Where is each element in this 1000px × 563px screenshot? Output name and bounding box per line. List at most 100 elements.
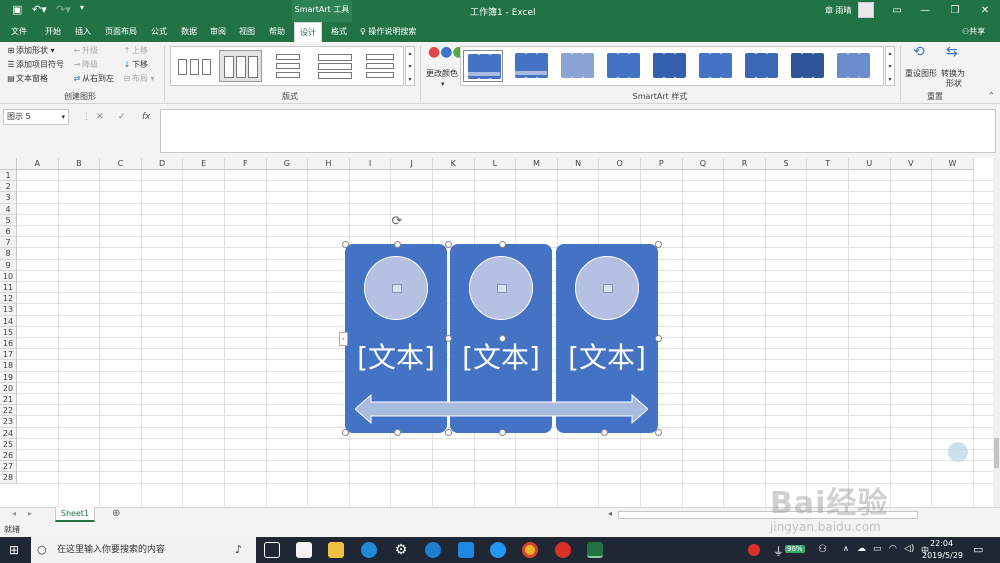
netease-music-icon[interactable] (555, 542, 571, 558)
row-header[interactable]: 25 (0, 438, 17, 450)
tab-page-layout[interactable]: 页面布局 (100, 22, 142, 42)
column-header[interactable]: C (100, 158, 142, 170)
taskbar-search-box[interactable]: ○ 在这里输入你要搜索的内容 ♪ (31, 537, 256, 563)
battery-badge[interactable]: 96% (785, 545, 805, 553)
panel-text-3[interactable]: [文本] (556, 336, 658, 376)
picture-placeholder-1[interactable] (364, 256, 428, 320)
column-header[interactable]: G (266, 158, 309, 170)
resize-handle[interactable] (655, 429, 662, 436)
tab-design[interactable]: 设计 (294, 22, 322, 42)
change-colors-dropdown-icon[interactable]: ▾ (441, 78, 445, 90)
vertical-scrollbar[interactable] (993, 158, 1000, 507)
hscroll-left-icon[interactable]: ◂ (608, 509, 612, 518)
row-header[interactable]: 28 (0, 472, 17, 484)
resize-handle[interactable] (342, 429, 349, 436)
column-header[interactable]: Q (682, 158, 725, 170)
resize-handle[interactable] (499, 335, 506, 342)
style-option-2[interactable] (511, 50, 551, 82)
row-header[interactable]: 20 (0, 382, 17, 394)
row-header[interactable]: 26 (0, 450, 17, 462)
notifications-icon[interactable]: ▭ (973, 543, 983, 556)
resize-handle[interactable] (394, 241, 401, 248)
move-up-button[interactable]: ↑ 上移 (122, 45, 148, 57)
layout-option-5[interactable] (359, 50, 402, 82)
column-header[interactable]: R (724, 158, 766, 170)
settings-gear-icon[interactable]: ⚙ (393, 542, 409, 558)
layout-option-4[interactable] (313, 50, 356, 82)
style-option-5[interactable] (649, 50, 689, 82)
layout-option-3[interactable] (267, 50, 310, 82)
reset-graphic-icon[interactable]: ⟲ (913, 45, 925, 66)
edge-browser-icon[interactable] (425, 542, 441, 558)
column-header[interactable]: P (641, 158, 683, 170)
redo-icon[interactable]: ↷▾ (56, 3, 71, 16)
row-header[interactable]: 11 (0, 282, 17, 294)
row-header[interactable]: 17 (0, 349, 17, 361)
row-header[interactable]: 8 (0, 248, 17, 260)
tab-format[interactable]: 格式 (324, 22, 354, 42)
style-option-4[interactable] (603, 50, 643, 82)
row-header[interactable]: 22 (0, 405, 17, 417)
column-header[interactable]: O (599, 158, 641, 170)
row-header[interactable]: 23 (0, 416, 17, 428)
column-header[interactable]: D (141, 158, 184, 170)
app-icon[interactable] (458, 542, 474, 558)
row-header[interactable]: 3 (0, 192, 17, 204)
column-header[interactable]: L (474, 158, 517, 170)
enter-icon[interactable]: ✓ (118, 109, 126, 125)
collapse-ribbon-icon[interactable]: ⌃ (988, 90, 995, 102)
resize-handle[interactable] (394, 429, 401, 436)
row-header[interactable]: 12 (0, 293, 17, 305)
resize-handle[interactable] (655, 335, 662, 342)
layout-option-1[interactable] (173, 50, 216, 82)
style-option-8[interactable] (787, 50, 827, 82)
clock-app-icon[interactable] (361, 542, 377, 558)
row-header[interactable]: 13 (0, 304, 17, 316)
name-box-dropdown-icon[interactable]: ▾ (61, 110, 65, 124)
file-explorer-icon[interactable] (328, 542, 344, 558)
tab-home[interactable]: 开始 (38, 22, 68, 42)
column-header[interactable]: N (557, 158, 600, 170)
column-header[interactable]: M (516, 158, 558, 170)
undo-icon[interactable]: ↶▾ (32, 3, 47, 16)
row-header[interactable]: 16 (0, 338, 17, 350)
convert-to-shapes-icon[interactable]: ⇆ (946, 45, 958, 66)
store-icon[interactable] (296, 542, 312, 558)
panel-text-1[interactable]: [文本] (345, 336, 447, 376)
row-header[interactable]: 2 (0, 181, 17, 193)
right-to-left-button[interactable]: ⇄ 从右到左 (72, 73, 114, 85)
column-header[interactable]: V (890, 158, 933, 170)
share-button[interactable]: ⚇共享 (962, 22, 985, 42)
tab-review[interactable]: 审阅 (203, 22, 233, 42)
add-bullet-button[interactable]: ☰添加项目符号 (6, 59, 64, 71)
double-arrow-shape[interactable] (355, 394, 648, 424)
resize-handle[interactable] (445, 335, 452, 342)
resize-handle[interactable] (342, 241, 349, 248)
vertical-scroll-thumb[interactable] (994, 438, 999, 468)
user-name[interactable]: 章 雨晴 (825, 5, 852, 16)
column-header[interactable]: W (932, 158, 974, 170)
rotate-handle-icon[interactable]: ⟳ (390, 215, 404, 229)
row-header[interactable]: 1 (0, 170, 17, 182)
move-down-button[interactable]: ↓ 下移 (122, 59, 148, 71)
column-header[interactable]: T (807, 158, 849, 170)
row-header[interactable]: 9 (0, 259, 17, 271)
row-header[interactable]: 18 (0, 360, 17, 372)
tab-file[interactable]: 文件 (4, 22, 34, 42)
select-all-corner[interactable] (0, 158, 17, 170)
sogou-ime-icon[interactable] (748, 544, 760, 556)
tab-data[interactable]: 数据 (174, 22, 204, 42)
row-header[interactable]: 10 (0, 270, 17, 282)
resize-handle[interactable] (601, 429, 608, 436)
cancel-icon[interactable]: ✕ (96, 109, 104, 125)
column-header[interactable]: F (225, 158, 267, 170)
close-icon[interactable]: ✕ (970, 2, 1000, 20)
resize-handle[interactable] (499, 429, 506, 436)
column-header[interactable]: B (58, 158, 101, 170)
row-header[interactable]: 14 (0, 315, 17, 327)
resize-handle[interactable] (655, 241, 662, 248)
task-view-icon[interactable] (264, 542, 280, 558)
reset-graphic-button[interactable]: 重设图形 (905, 68, 937, 80)
name-box[interactable]: 图示 5 ▾ (3, 109, 69, 125)
chrome-icon[interactable] (522, 542, 538, 558)
